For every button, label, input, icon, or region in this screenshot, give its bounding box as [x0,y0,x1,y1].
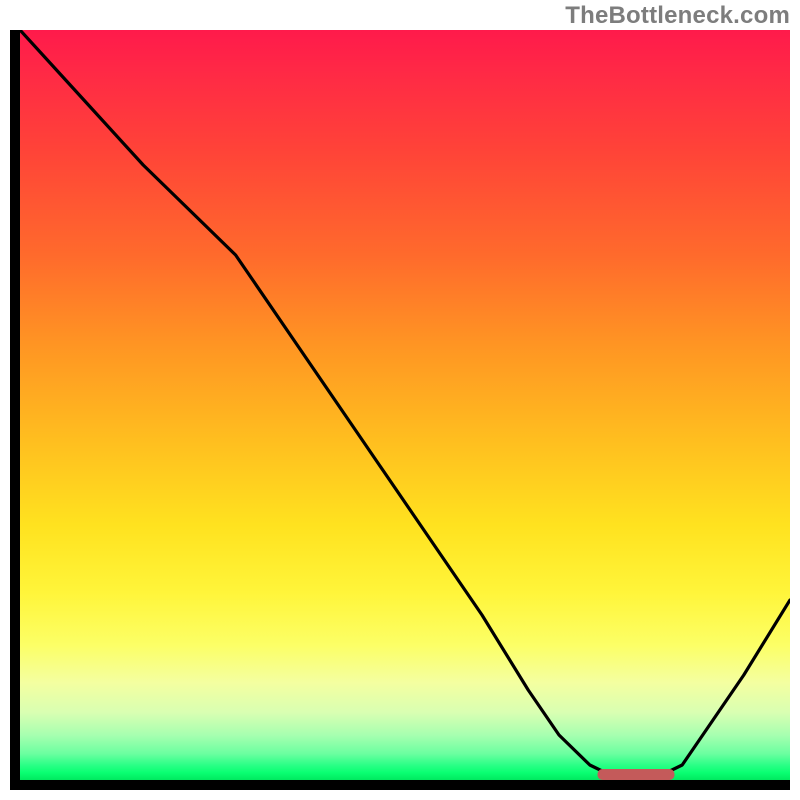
bottleneck-curve [20,30,790,780]
optimum-marker [598,769,675,780]
bottleneck-chart: TheBottleneck.com [0,0,800,800]
watermark-label: TheBottleneck.com [565,2,790,30]
plot-area [20,30,790,780]
curve-layer [20,30,790,780]
